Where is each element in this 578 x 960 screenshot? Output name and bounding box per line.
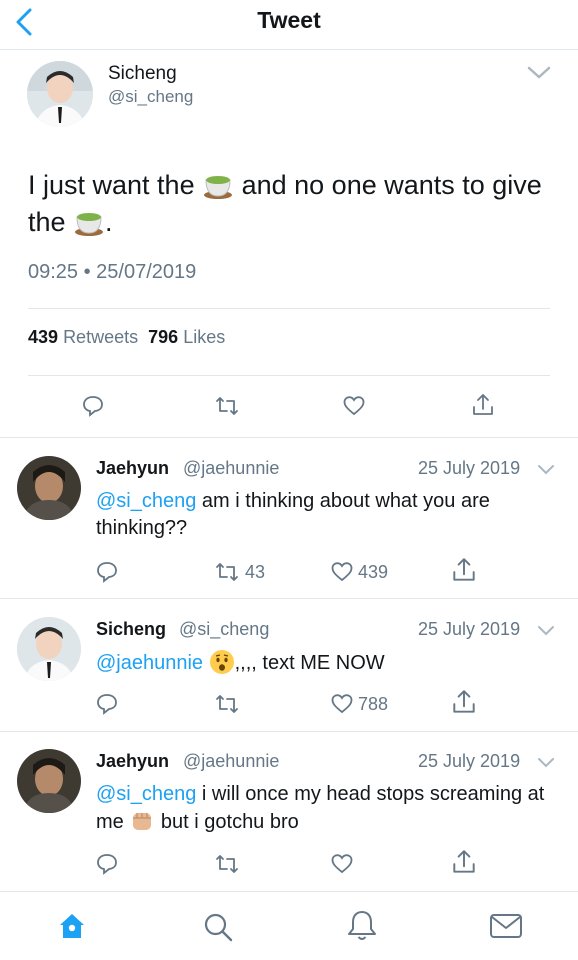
reply-date: 25 July 2019	[418, 619, 521, 639]
reply-text-body: ,,,, text ME NOW	[234, 652, 385, 674]
timestamp: 09:25 • 25/07/2019	[28, 261, 197, 283]
author-name[interactable]: Sicheng	[108, 63, 177, 85]
messages-icon[interactable]	[489, 912, 523, 940]
chevron-down-icon[interactable]	[537, 756, 555, 768]
reply-text: @jaehunnie ,,,, text ME NOW	[96, 649, 556, 677]
share-icon[interactable]	[450, 556, 478, 584]
likes-count[interactable]: 796	[148, 327, 178, 347]
reply-author-name[interactable]: Jaehyun	[96, 458, 169, 479]
main-tweet: Sicheng @si_cheng I just want the and no…	[0, 51, 578, 437]
like-icon[interactable]	[330, 560, 354, 584]
reply-date: 25 July 2019	[418, 751, 521, 771]
avatar[interactable]	[17, 749, 81, 813]
reply-author-handle[interactable]: @jaehunnie	[183, 751, 279, 772]
mention-link[interactable]: @jaehunnie	[96, 652, 203, 674]
reply-text: @si_cheng i will once my head stops scre…	[96, 781, 556, 836]
bottom-tab-bar	[0, 891, 578, 960]
like-icon[interactable]	[342, 394, 366, 418]
divider	[28, 375, 550, 376]
mention-link[interactable]: @si_cheng	[96, 783, 196, 805]
reply-author-name[interactable]: Sicheng	[96, 619, 166, 640]
retweet-icon[interactable]	[214, 560, 240, 584]
tweet-text-part: I just want the	[28, 170, 203, 200]
notifications-icon[interactable]	[346, 909, 378, 943]
reply-author-handle[interactable]: @si_cheng	[179, 619, 269, 640]
mention-link[interactable]: @si_cheng	[96, 490, 196, 512]
reply-tweet[interactable]: Jaehyun @jaehunnie 25 July 2019 @si_chen…	[0, 731, 578, 891]
reply-author-name[interactable]: Jaehyun	[96, 751, 169, 772]
top-bar: Tweet	[0, 0, 578, 50]
like-icon[interactable]	[330, 692, 354, 716]
retweet-icon[interactable]	[214, 394, 240, 418]
avatar[interactable]	[17, 456, 81, 520]
fist-emoji	[129, 808, 155, 834]
like-count: 439	[358, 562, 389, 582]
retweets-label[interactable]: Retweets	[63, 327, 138, 347]
reply-tweet[interactable]: Sicheng @si_cheng 25 July 2019 @jaehunni…	[0, 598, 578, 731]
reply-text-body: but i gotchu bro	[155, 811, 299, 833]
reply-icon[interactable]	[95, 560, 119, 584]
tea-emoji	[73, 207, 105, 237]
reply-text: @si_cheng am i thinking about what you a…	[96, 488, 556, 542]
avatar[interactable]	[27, 61, 93, 127]
home-icon[interactable]	[57, 911, 87, 941]
reply-icon[interactable]	[95, 852, 119, 876]
page-title: Tweet	[257, 7, 321, 33]
reply-icon[interactable]	[95, 692, 119, 716]
reply-tweet[interactable]: Jaehyun @jaehunnie 25 July 2019 @si_chen…	[0, 437, 578, 598]
retweet-count: 43	[245, 562, 266, 582]
share-icon[interactable]	[450, 848, 478, 876]
search-icon[interactable]	[202, 911, 234, 943]
share-icon[interactable]	[450, 688, 478, 716]
tea-emoji	[202, 170, 234, 200]
divider	[28, 308, 550, 309]
reply-icon[interactable]	[81, 394, 105, 418]
share-icon[interactable]	[470, 392, 496, 418]
reply-date: 25 July 2019	[418, 458, 521, 478]
tweet-text-part: .	[105, 207, 113, 237]
chevron-down-icon[interactable]	[537, 463, 555, 475]
retweet-icon[interactable]	[214, 852, 240, 876]
tweet-stats: 439 Retweets 796 Likes	[28, 327, 225, 348]
retweet-icon[interactable]	[214, 692, 240, 716]
chevron-down-icon[interactable]	[527, 66, 551, 80]
like-count: 788	[358, 694, 389, 714]
avatar[interactable]	[17, 617, 81, 681]
tweet-text: I just want the and no one wants to give…	[28, 167, 548, 241]
reply-author-handle[interactable]: @jaehunnie	[183, 458, 279, 479]
retweets-count[interactable]: 439	[28, 327, 58, 347]
likes-label[interactable]: Likes	[183, 327, 225, 347]
chevron-down-icon[interactable]	[537, 624, 555, 636]
worried-face-emoji	[209, 649, 235, 675]
like-icon[interactable]	[330, 852, 354, 876]
author-handle[interactable]: @si_cheng	[108, 87, 193, 107]
